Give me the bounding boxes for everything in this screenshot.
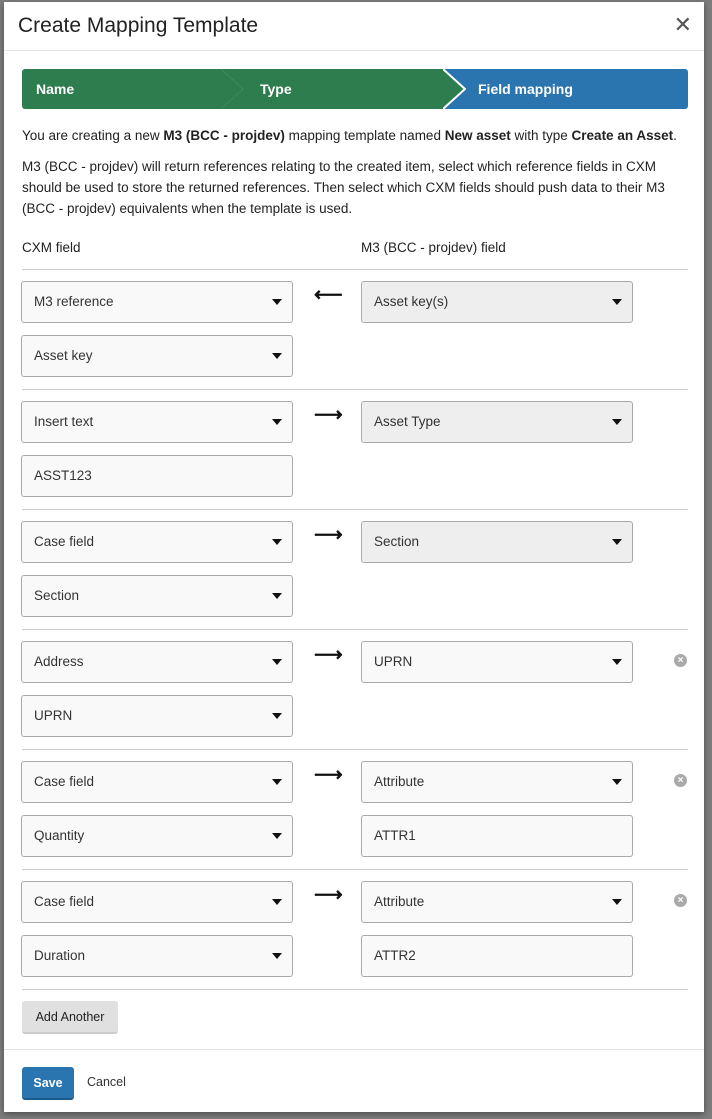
arrow-right-icon: ⟶ bbox=[314, 404, 343, 426]
select-right1[interactable]: Asset key(s) bbox=[361, 281, 633, 323]
mapping-row: Insert text ASST123 ⟶ Asset Type bbox=[21, 389, 688, 509]
remove-row-icon[interactable]: × bbox=[674, 654, 687, 667]
select-left2[interactable]: Asset key bbox=[21, 335, 293, 377]
field-value: Case field bbox=[34, 894, 95, 909]
column-header-m3: M3 (BCC - projdev) field bbox=[361, 240, 506, 255]
select-left2[interactable]: Duration bbox=[21, 935, 293, 977]
arrow-right-icon: ⟶ bbox=[314, 764, 343, 786]
step-chevron-icon bbox=[443, 69, 467, 109]
caret-down-icon bbox=[612, 539, 622, 545]
caret-down-icon bbox=[612, 659, 622, 665]
mapping-row: Case field Duration ⟶ Attribute ATTR2 × bbox=[21, 869, 688, 989]
caret-down-icon bbox=[612, 779, 622, 785]
caret-down-icon bbox=[272, 299, 282, 305]
mapping-row: Case field Section ⟶ Section bbox=[21, 509, 688, 629]
intro-summary: You are creating a new M3 (BCC - projdev… bbox=[22, 128, 677, 143]
caret-down-icon bbox=[272, 779, 282, 785]
select-right1[interactable]: Asset Type bbox=[361, 401, 633, 443]
caret-down-icon bbox=[612, 419, 622, 425]
create-mapping-template-modal: Create Mapping Template ✕ Name Type Fiel… bbox=[4, 2, 704, 1112]
step-chevron-icon bbox=[221, 69, 245, 109]
field-value: Case field bbox=[34, 534, 95, 549]
field-value: ATTR2 bbox=[374, 948, 416, 963]
step-type: Type bbox=[244, 69, 467, 109]
field-value: Duration bbox=[34, 948, 86, 963]
intro-description: M3 (BCC - projdev) will return reference… bbox=[22, 159, 665, 216]
caret-down-icon bbox=[272, 953, 282, 959]
field-value: Asset Type bbox=[374, 414, 441, 429]
modal-header: Create Mapping Template ✕ bbox=[4, 2, 704, 51]
caret-down-icon bbox=[612, 899, 622, 905]
field-value: M3 reference bbox=[34, 294, 114, 309]
caret-down-icon bbox=[272, 899, 282, 905]
modal-title: Create Mapping Template bbox=[18, 14, 259, 37]
select-left1[interactable]: Case field bbox=[21, 521, 293, 563]
arrow-left-icon: ⟵ bbox=[314, 284, 343, 306]
caret-down-icon bbox=[272, 833, 282, 839]
arrow-right-icon: ⟶ bbox=[314, 884, 343, 906]
select-left2[interactable]: UPRN bbox=[21, 695, 293, 737]
caret-down-icon bbox=[272, 713, 282, 719]
step-label: Type bbox=[260, 81, 292, 97]
save-button[interactable]: Save bbox=[22, 1067, 74, 1100]
select-left2[interactable]: Section bbox=[21, 575, 293, 617]
text-input-left2[interactable]: ASST123 bbox=[21, 455, 293, 497]
step-field-mapping: Field mapping bbox=[466, 69, 688, 109]
mapping-row: Case field Quantity ⟶ Attribute ATTR1 × bbox=[21, 749, 688, 869]
step-label: Name bbox=[36, 81, 75, 97]
select-left1[interactable]: Address bbox=[21, 641, 293, 683]
mapping-rows: M3 reference Asset key ⟵ Asset key(s) Insert… bbox=[21, 269, 688, 990]
divider bbox=[22, 989, 688, 990]
field-value: Attribute bbox=[374, 894, 425, 909]
arrow-right-icon: ⟶ bbox=[314, 644, 343, 666]
wizard-steps: Name Type Field mapping bbox=[22, 69, 688, 109]
caret-down-icon bbox=[272, 659, 282, 665]
select-right1[interactable]: Attribute bbox=[361, 881, 633, 923]
select-right1[interactable]: Attribute bbox=[361, 761, 633, 803]
intro-text: You are creating a new M3 (BCC - projdev… bbox=[22, 125, 688, 229]
text-input-right2[interactable]: ATTR2 bbox=[361, 935, 633, 977]
caret-down-icon bbox=[272, 593, 282, 599]
mapping-row: Address UPRN ⟶ UPRN × bbox=[21, 629, 688, 749]
select-left1[interactable]: Case field bbox=[21, 761, 293, 803]
remove-row-icon[interactable]: × bbox=[674, 894, 687, 907]
close-icon[interactable]: ✕ bbox=[674, 12, 692, 38]
field-value: Insert text bbox=[34, 414, 94, 429]
arrow-right-icon: ⟶ bbox=[314, 524, 343, 546]
caret-down-icon bbox=[272, 353, 282, 359]
field-value: Quantity bbox=[34, 828, 85, 843]
caret-down-icon bbox=[612, 299, 622, 305]
field-value: Section bbox=[34, 588, 80, 603]
field-value: UPRN bbox=[34, 708, 73, 723]
step-name: Name bbox=[22, 69, 245, 109]
caret-down-icon bbox=[272, 419, 282, 425]
field-value: Case field bbox=[34, 774, 95, 789]
step-label: Field mapping bbox=[478, 81, 573, 97]
field-value: ATTR1 bbox=[374, 828, 416, 843]
select-left1[interactable]: M3 reference bbox=[21, 281, 293, 323]
remove-row-icon[interactable]: × bbox=[674, 774, 687, 787]
add-another-button[interactable]: Add Another bbox=[22, 1001, 118, 1034]
select-right1[interactable]: UPRN bbox=[361, 641, 633, 683]
text-input-right2[interactable]: ATTR1 bbox=[361, 815, 633, 857]
field-value: UPRN bbox=[374, 654, 413, 669]
field-value: Attribute bbox=[374, 774, 425, 789]
select-right1[interactable]: Section bbox=[361, 521, 633, 563]
field-value: Address bbox=[34, 654, 84, 669]
field-value: Asset key bbox=[34, 348, 93, 363]
modal-footer-divider bbox=[4, 1049, 704, 1050]
column-header-cxm: CXM field bbox=[22, 240, 81, 255]
field-value: Section bbox=[374, 534, 420, 549]
field-value: Asset key(s) bbox=[374, 294, 449, 309]
select-left1[interactable]: Insert text bbox=[21, 401, 293, 443]
cancel-link[interactable]: Cancel bbox=[87, 1075, 126, 1089]
select-left1[interactable]: Case field bbox=[21, 881, 293, 923]
caret-down-icon bbox=[272, 539, 282, 545]
field-value: ASST123 bbox=[34, 468, 92, 483]
mapping-row: M3 reference Asset key ⟵ Asset key(s) bbox=[21, 269, 688, 389]
select-left2[interactable]: Quantity bbox=[21, 815, 293, 857]
